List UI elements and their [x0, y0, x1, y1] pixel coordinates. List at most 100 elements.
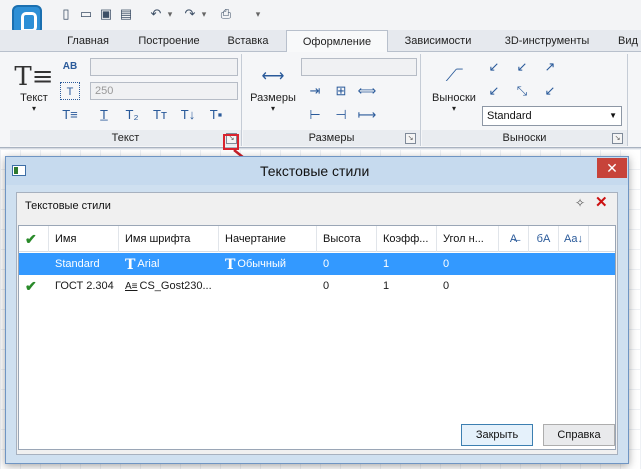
dialog-titlebar[interactable]: Текстовые стили ✕: [6, 157, 628, 185]
ribbon-tabs: Главная Построение Вставка Оформление За…: [0, 30, 641, 53]
column-header-name[interactable]: Имя: [49, 226, 119, 252]
tab-insert[interactable]: Вставка: [210, 30, 286, 52]
row-height: 0: [323, 280, 330, 292]
callout-type1-icon[interactable]: ↙: [484, 58, 504, 76]
quick-access-toolbar: ▯ ▭ ▣ ▤ ↶ ▾ ↷ ▾ ⎙ ▾: [0, 0, 641, 35]
redo-icon[interactable]: ↷: [182, 6, 198, 22]
tab-construction[interactable]: Построение: [128, 30, 210, 52]
callouts-launcher-icon[interactable]: ↘: [612, 133, 623, 144]
new-style-icon[interactable]: ✧: [575, 197, 589, 209]
callout-style-value: Standard: [487, 110, 532, 122]
current-column-header[interactable]: ✔: [19, 226, 49, 252]
tab-home[interactable]: Главная: [48, 30, 128, 52]
row-style: T Обычный: [219, 253, 317, 275]
ribbon: T≡ Текст ▾ AB T T≡ 250 T̲ T₂ Tт T↓ T▪ Те…: [0, 52, 641, 148]
callouts-big-button[interactable]: ⟋‾ Выноски ▾: [426, 62, 482, 128]
table-row[interactable]: ✔ ГОСТ 2.304 A≡ CS_Gost230... 0 1 0: [19, 275, 615, 297]
row-coef: 1: [383, 258, 390, 270]
current-style-marker: ✔: [25, 275, 49, 297]
table-header: ✔ Имя Имя шрифта Начертание Высота Коэфф…: [19, 226, 615, 252]
ribbon-group-text-label: Текст: [10, 130, 241, 146]
chevron-down-icon: ▾: [31, 104, 36, 113]
dim-center-icon[interactable]: ⊣: [331, 106, 351, 124]
customize-qat-icon[interactable]: ▾: [254, 6, 262, 22]
row-height: 0: [323, 258, 330, 270]
dialog-title: Текстовые стили: [260, 163, 370, 179]
column-header-coef[interactable]: Коэфф...: [377, 226, 437, 252]
tab-3d-tools[interactable]: 3D-инструменты: [488, 30, 606, 52]
dimensions-big-button-label: Размеры: [250, 92, 296, 104]
tab-constraints[interactable]: Зависимости: [388, 30, 488, 52]
truetype-font-icon: T: [125, 257, 136, 273]
open-folder-icon[interactable]: ▭: [78, 6, 94, 22]
close-button[interactable]: Закрыть: [461, 424, 533, 446]
text-special-icon[interactable]: T▪: [206, 106, 226, 124]
dimension-style-field[interactable]: [301, 58, 417, 76]
row-font-name: CS_Gost230...: [139, 280, 212, 292]
text-big-button-label: Текст: [20, 92, 48, 104]
ribbon-group-dimensions-label: Размеры: [243, 130, 420, 146]
truetype-font-icon: T: [225, 257, 236, 273]
ribbon-group-callouts: ⟋‾ Выноски ▾ ↙ ↙ ↗ ↙ ⤡ ↙ Standard ▼ Выно…: [422, 54, 628, 146]
new-file-icon[interactable]: ▯: [58, 6, 74, 22]
callout-leader-icon: ⟋‾: [445, 68, 463, 85]
chevron-down-icon: ▼: [609, 111, 617, 120]
dim-arrow-icon[interactable]: ⇥: [305, 82, 325, 100]
save-icon[interactable]: ▣: [98, 6, 114, 22]
row-font: A≡ CS_Gost230...: [119, 275, 219, 297]
row-name: ГОСТ 2.304: [55, 280, 114, 292]
spell-check-icon[interactable]: AB: [60, 58, 80, 76]
row-coef: 1: [383, 280, 390, 292]
callout-type2-icon[interactable]: ↙: [512, 58, 532, 76]
dim-spread-icon[interactable]: ⟺: [357, 82, 377, 100]
callout-type6-icon[interactable]: ↙: [540, 82, 560, 100]
column-header-angle[interactable]: Угол н...: [437, 226, 499, 252]
dialog-close-icon[interactable]: ✕: [597, 158, 627, 178]
styles-table: ✔ Имя Имя шрифта Начертание Высота Коэфф…: [18, 225, 616, 450]
font-name-field[interactable]: [90, 58, 238, 76]
tab-design[interactable]: Оформление: [286, 30, 388, 53]
help-button[interactable]: Справка: [543, 424, 615, 446]
strikethrough-column-icon[interactable]: A̶: [499, 226, 529, 252]
save-all-icon[interactable]: ▤: [118, 6, 134, 22]
row-font-name: Arial: [137, 258, 160, 270]
dialog-body: Текстовые стили ✧ ✕ ✔ Имя Имя шрифта Нач…: [16, 192, 618, 455]
undo-icon[interactable]: ↶: [148, 6, 164, 22]
tab-view[interactable]: Вид: [606, 30, 641, 52]
dim-left-icon[interactable]: ⊢: [305, 106, 325, 124]
chevron-down-icon: ▾: [270, 104, 275, 113]
redo-dropdown-icon[interactable]: ▾: [200, 6, 208, 22]
font-size-field[interactable]: 250: [90, 82, 238, 100]
ribbon-group-callouts-label: Выноски: [422, 130, 627, 146]
text-subscript-icon[interactable]: T₂: [122, 106, 142, 124]
delete-style-icon[interactable]: ✕: [595, 195, 609, 210]
text-case-icon[interactable]: Tт: [150, 106, 170, 124]
text-big-button[interactable]: T≡ Текст ▾: [14, 62, 54, 128]
text-large-icon: T≡: [14, 62, 54, 92]
text-table-icon[interactable]: T≡: [60, 106, 80, 124]
table-row[interactable]: Standard T Arial T Обычный 0 1 0: [19, 253, 615, 275]
dimensions-launcher-icon[interactable]: ↘: [405, 133, 416, 144]
column-header-height[interactable]: Высота: [317, 226, 377, 252]
dim-right-icon[interactable]: ⟼: [357, 106, 377, 124]
text-frame-icon[interactable]: T: [60, 82, 80, 100]
row-style: [219, 275, 317, 297]
print-icon[interactable]: ⎙: [218, 6, 234, 22]
dimensions-big-button[interactable]: ⟷ Размеры ▾: [247, 62, 299, 128]
callout-type4-icon[interactable]: ↙: [484, 82, 504, 100]
row-style-name: Обычный: [237, 258, 287, 270]
text-sort-column-icon[interactable]: Aa↓: [559, 226, 589, 252]
callout-type5-icon[interactable]: ⤡: [512, 82, 532, 100]
text-align-icon[interactable]: T↓: [178, 106, 198, 124]
column-header-style[interactable]: Начертание: [219, 226, 317, 252]
row-angle: 0: [443, 280, 450, 292]
vector-font-icon: A≡: [125, 281, 138, 292]
panel-title: Текстовые стили: [25, 200, 111, 212]
undo-dropdown-icon[interactable]: ▾: [166, 6, 174, 22]
text-direction-column-icon[interactable]: бA: [529, 226, 559, 252]
callout-type3-icon[interactable]: ↗: [540, 58, 560, 76]
callout-style-select[interactable]: Standard ▼: [482, 106, 622, 126]
column-header-font[interactable]: Имя шрифта: [119, 226, 219, 252]
text-bold-icon[interactable]: T̲: [94, 106, 114, 124]
dim-box-icon[interactable]: ⊞: [331, 82, 351, 100]
